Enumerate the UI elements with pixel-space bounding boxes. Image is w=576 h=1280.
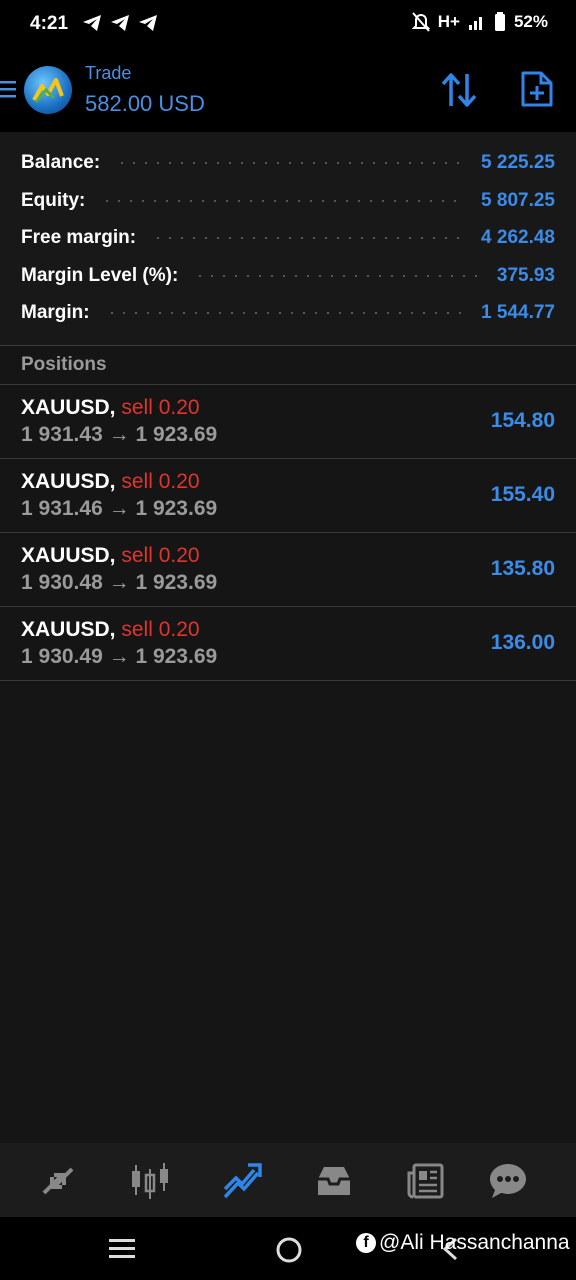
summary-value: 5 807.25 (481, 190, 555, 211)
summary-label: Margin: (21, 302, 90, 323)
network-type: H+ (437, 12, 460, 31)
news-icon[interactable] (406, 1161, 446, 1201)
battery-icon (494, 12, 505, 31)
position-profit: 155.40 (490, 483, 555, 506)
dotted-leader (152, 237, 466, 239)
trade-icon[interactable] (222, 1161, 262, 1201)
summary-value: 5 225.25 (481, 152, 555, 173)
new-order-icon[interactable] (520, 70, 554, 108)
account-summary: Balance: 5 225.25 Equity: 5 807.25 Free … (0, 132, 576, 346)
position-row[interactable]: XAUUSD, sell 0.20 1 930.49 → 1 923.69 13… (0, 607, 576, 681)
position-row[interactable]: XAUUSD, sell 0.20 1 930.48 → 1 923.69 13… (0, 533, 576, 607)
position-title: XAUUSD, sell 0.20 (21, 470, 200, 494)
facebook-icon: f (356, 1233, 376, 1253)
watermark: f @Ali Hassanchanna (356, 1231, 570, 1255)
position-symbol: XAUUSD, (21, 470, 116, 493)
summary-row-equity: Equity: 5 807.25 (21, 186, 555, 216)
menu-icon[interactable] (0, 80, 16, 98)
positions-heading: Positions (21, 354, 107, 375)
positions-list: XAUUSD, sell 0.20 1 931.43 → 1 923.69 15… (0, 385, 576, 681)
chart-icon[interactable] (130, 1161, 170, 1201)
chat-icon[interactable] (488, 1161, 528, 1201)
dotted-leader (116, 162, 466, 164)
position-prices: 1 930.48 → 1 923.69 (21, 571, 217, 595)
dotted-leader (101, 200, 466, 202)
sort-icon[interactable] (440, 72, 478, 108)
position-side: sell 0.20 (121, 544, 200, 567)
open-price: 1 931.43 (21, 423, 103, 446)
telegram-icon (111, 15, 129, 31)
arrow-icon: → (108, 645, 130, 668)
current-price: 1 923.69 (135, 497, 218, 520)
account-profit: 582.00 USD (85, 91, 205, 116)
position-symbol: XAUUSD, (21, 544, 116, 567)
status-bar: 4:21 H+ 52% (0, 0, 576, 48)
signal-icon (468, 17, 482, 30)
open-price: 1 931.46 (21, 497, 103, 520)
app-header: Trade 582.00 USD (0, 48, 576, 132)
status-time: 4:21 (30, 13, 69, 34)
metatrader-logo-icon (32, 78, 64, 103)
summary-row-balance: Balance: 5 225.25 (21, 148, 555, 178)
summary-label: Balance: (21, 152, 101, 173)
battery-level: 52% (513, 12, 548, 31)
arrow-icon: → (108, 423, 130, 446)
bottom-nav (0, 1143, 576, 1217)
watermark-text: @Ali Hassanchanna (379, 1231, 570, 1254)
position-prices: 1 931.43 → 1 923.69 (21, 423, 217, 447)
position-row[interactable]: XAUUSD, sell 0.20 1 931.43 → 1 923.69 15… (0, 385, 576, 459)
app-logo (24, 66, 72, 114)
telegram-icon (83, 15, 101, 31)
arrow-icon: → (108, 497, 130, 520)
position-profit: 154.80 (490, 409, 555, 432)
position-title: XAUUSD, sell 0.20 (21, 544, 200, 568)
summary-value: 375.93 (496, 265, 555, 286)
summary-row-free-margin: Free margin: 4 262.48 (21, 223, 555, 253)
page-title: Trade (85, 63, 132, 83)
quotes-icon[interactable] (38, 1161, 78, 1201)
history-icon[interactable] (314, 1161, 354, 1201)
position-profit: 136.00 (490, 631, 555, 654)
summary-value: 1 544.77 (481, 302, 555, 323)
open-price: 1 930.49 (21, 645, 103, 668)
current-price: 1 923.69 (135, 571, 218, 594)
summary-label: Equity: (21, 190, 86, 211)
position-title: XAUUSD, sell 0.20 (21, 396, 200, 420)
position-side: sell 0.20 (121, 618, 200, 641)
home-icon[interactable] (275, 1236, 303, 1264)
positions-section-header: Positions (0, 347, 576, 385)
mute-icon (411, 12, 430, 32)
current-price: 1 923.69 (135, 423, 218, 446)
position-title: XAUUSD, sell 0.20 (21, 618, 200, 642)
recent-apps-icon[interactable] (108, 1238, 136, 1260)
position-prices: 1 930.49 → 1 923.69 (21, 645, 217, 669)
position-side: sell 0.20 (121, 396, 200, 419)
position-row[interactable]: XAUUSD, sell 0.20 1 931.46 → 1 923.69 15… (0, 459, 576, 533)
position-symbol: XAUUSD, (21, 618, 116, 641)
position-symbol: XAUUSD, (21, 396, 116, 419)
dotted-leader (194, 275, 481, 277)
current-price: 1 923.69 (135, 645, 218, 668)
arrow-icon: → (108, 571, 130, 594)
telegram-icon (139, 15, 157, 31)
position-profit: 135.80 (490, 557, 555, 580)
summary-label: Margin Level (%): (21, 265, 179, 286)
dotted-leader (105, 312, 466, 314)
summary-label: Free margin: (21, 227, 137, 248)
position-side: sell 0.20 (121, 470, 200, 493)
summary-row-margin-level: Margin Level (%): 375.93 (21, 261, 555, 291)
open-price: 1 930.48 (21, 571, 103, 594)
position-prices: 1 931.46 → 1 923.69 (21, 497, 217, 521)
summary-row-margin: Margin: 1 544.77 (21, 298, 555, 328)
summary-value: 4 262.48 (481, 227, 555, 248)
